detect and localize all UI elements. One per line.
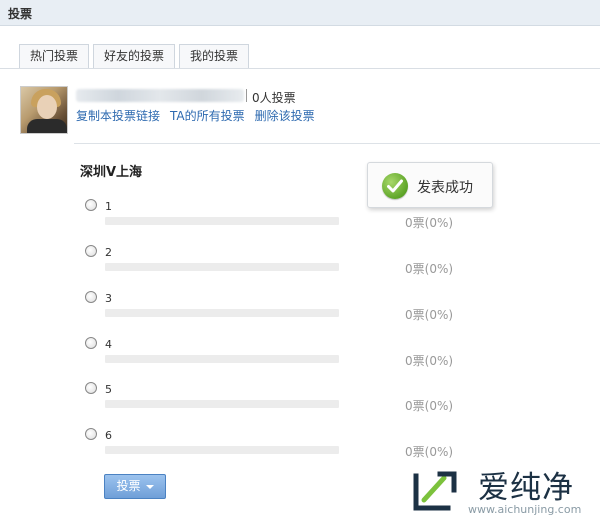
option-result: 0票(0%) (405, 262, 454, 276)
chevron-down-icon (145, 484, 154, 489)
option-result: 0票(0%) (405, 399, 454, 413)
option-result: 0票(0%) (405, 445, 454, 459)
tab-bar: 热门投票 好友的投票 我的投票 (19, 44, 253, 68)
option-result: 0票(0%) (405, 354, 454, 368)
option-progress-bar (105, 263, 339, 271)
poll-option: 4 0票(0%) (85, 337, 465, 373)
poll-links: 复制本投票链接 TA的所有投票 删除该投票 (76, 107, 325, 124)
option-progress-bar (105, 355, 339, 363)
content-divider (74, 143, 600, 144)
option-result: 0票(0%) (405, 308, 454, 322)
option-radio[interactable] (85, 199, 97, 211)
watermark-logo-icon (413, 471, 457, 511)
option-label: 2 (105, 246, 112, 259)
option-label: 4 (105, 338, 112, 351)
option-radio[interactable] (85, 337, 97, 349)
option-label: 5 (105, 383, 112, 396)
vote-button-label: 投票 (116, 479, 141, 493)
copy-link[interactable]: 复制本投票链接 (76, 107, 160, 124)
option-progress-bar (105, 217, 339, 225)
option-result: 0票(0%) (405, 216, 454, 230)
top-bar: 投票 (0, 0, 600, 26)
delete-poll-link[interactable]: 删除该投票 (255, 107, 315, 124)
watermark: 爱纯净 www.aichunjing.com (402, 460, 600, 520)
all-polls-link[interactable]: TA的所有投票 (170, 107, 245, 124)
option-progress-bar (105, 400, 339, 408)
option-progress-bar (105, 309, 339, 317)
poll-option: 5 0票(0%) (85, 382, 465, 418)
blurred-username (76, 89, 244, 102)
poll-option: 1 0票(0%) (85, 199, 465, 235)
poll-option: 6 0票(0%) (85, 428, 465, 464)
tabs-divider (0, 68, 600, 69)
check-icon (382, 173, 408, 199)
option-label: 6 (105, 429, 112, 442)
separator (246, 89, 247, 102)
tab-hot-polls[interactable]: 热门投票 (19, 44, 90, 68)
option-label: 3 (105, 292, 112, 305)
option-radio[interactable] (85, 428, 97, 440)
option-label: 1 (105, 200, 112, 213)
toast-message: 发表成功 (417, 180, 473, 196)
option-progress-bar (105, 446, 339, 454)
tab-my-polls[interactable]: 我的投票 (179, 44, 250, 68)
poll-option: 3 0票(0%) (85, 291, 465, 327)
poll-title: 深圳V上海 (80, 165, 143, 180)
vote-button[interactable]: 投票 (104, 474, 166, 499)
poll-option: 2 0票(0%) (85, 245, 465, 281)
option-radio[interactable] (85, 291, 97, 303)
option-radio[interactable] (85, 382, 97, 394)
avatar[interactable] (20, 86, 68, 134)
option-radio[interactable] (85, 245, 97, 257)
tab-friends-polls[interactable]: 好友的投票 (93, 44, 176, 68)
vote-count: 0人投票 (252, 91, 296, 105)
page-title: 投票 (8, 7, 33, 21)
watermark-text: 爱纯净 (478, 470, 574, 506)
watermark-url: www.aichunjing.com (468, 503, 582, 516)
